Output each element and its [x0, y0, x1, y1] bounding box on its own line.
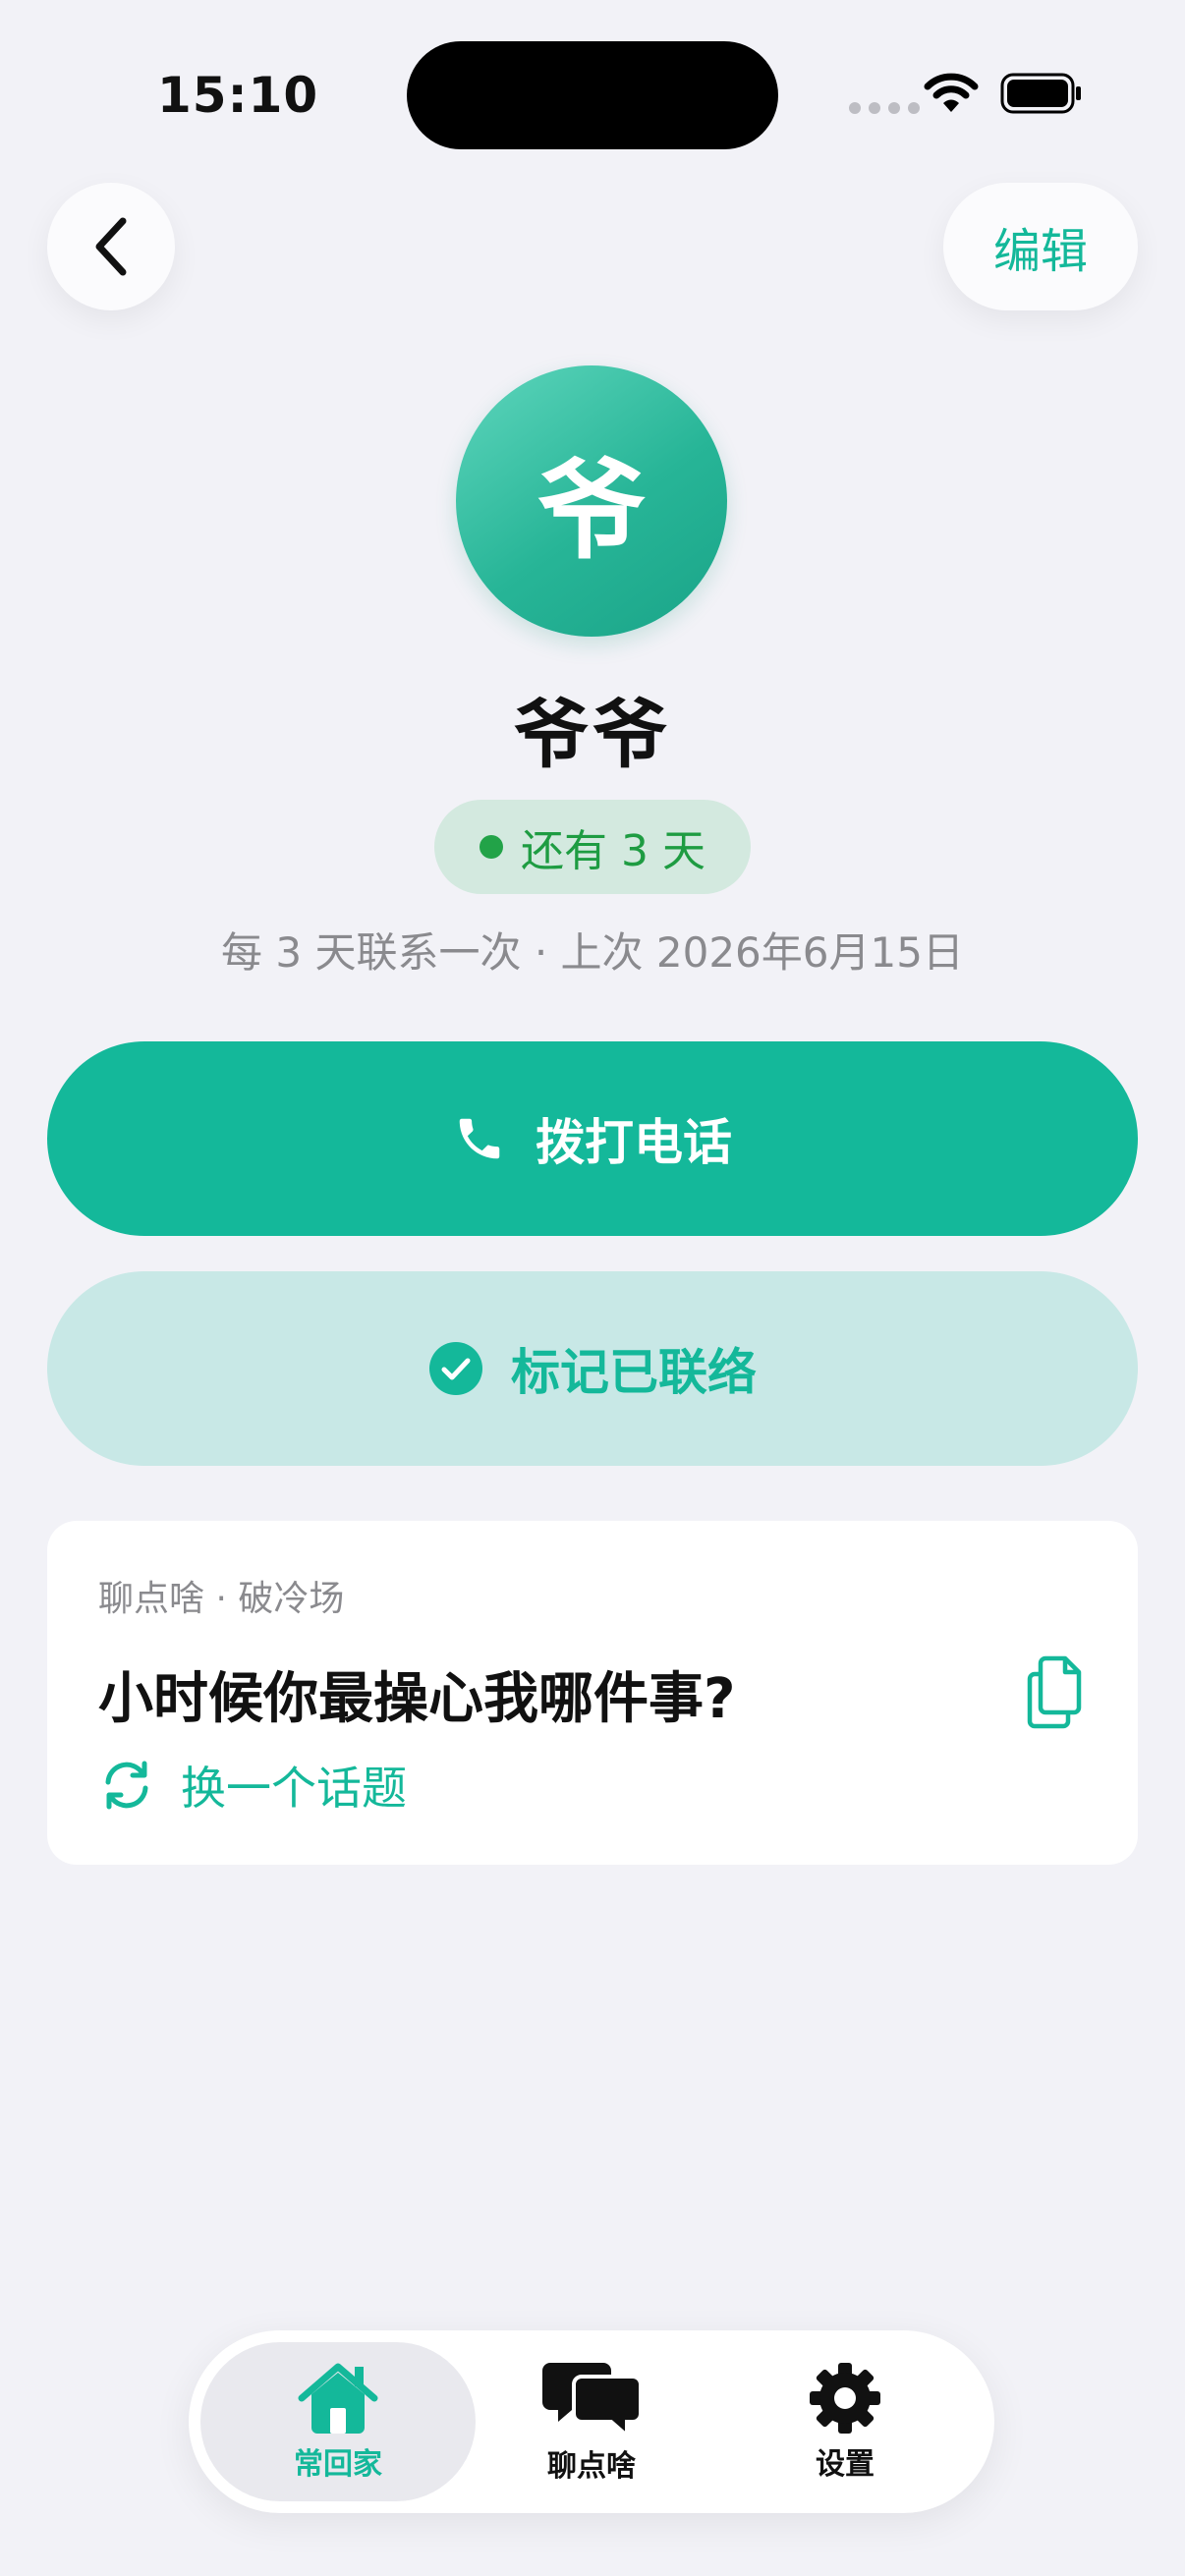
- tab-home-label: 常回家: [294, 2447, 382, 2482]
- status-dot-icon: [480, 835, 504, 859]
- house-icon: [298, 2363, 378, 2434]
- avatar: 爷: [456, 365, 727, 637]
- check-circle-icon: [429, 1342, 482, 1395]
- tab-chat[interactable]: 聊点啥: [454, 2342, 729, 2501]
- chat-bubbles-icon: [542, 2363, 641, 2437]
- shuffle-topic-button[interactable]: 换一个话题: [98, 1753, 407, 1818]
- battery-icon: [1000, 73, 1083, 118]
- back-button[interactable]: [47, 183, 175, 310]
- days-remaining-badge: 还有 3 天: [434, 800, 751, 894]
- tab-settings[interactable]: 设置: [707, 2342, 983, 2501]
- contact-schedule-text: 每 3 天联系一次 · 上次 2026年6月15日: [221, 928, 964, 977]
- days-remaining-text: 还有 3 天: [521, 826, 705, 876]
- tab-settings-label: 设置: [816, 2447, 875, 2482]
- chevron-left-icon: [95, 217, 127, 276]
- topic-question: 小时候你最操心我哪件事?: [98, 1667, 736, 1731]
- contact-name: 爷爷: [514, 691, 671, 778]
- shuffle-topic-label: 换一个话题: [181, 1762, 407, 1815]
- wifi-icon: [924, 71, 979, 118]
- refresh-icon: [105, 1761, 148, 1810]
- cellular-signal-icon: [849, 102, 920, 114]
- copy-icon: [1027, 1655, 1082, 1729]
- tab-home[interactable]: 常回家: [200, 2342, 476, 2501]
- topic-card-label: 聊点啥 · 破冷场: [98, 1579, 345, 1619]
- gear-icon: [810, 2363, 880, 2434]
- tab-bar: 常回家 聊点啥 设置: [189, 2330, 994, 2513]
- mark-contacted-button[interactable]: 标记已联络: [47, 1271, 1138, 1466]
- call-button-label: 拨打电话: [536, 1114, 732, 1171]
- status-time: 15:10: [157, 67, 319, 124]
- edit-button[interactable]: 编辑: [943, 183, 1138, 310]
- mark-contacted-label: 标记已联络: [511, 1344, 757, 1401]
- copy-button[interactable]: [1024, 1651, 1093, 1729]
- dynamic-island: [407, 41, 778, 149]
- call-button[interactable]: 拨打电话: [47, 1041, 1138, 1236]
- topic-card: 聊点啥 · 破冷场 小时候你最操心我哪件事? 换一个话题: [47, 1521, 1138, 1865]
- phone-icon: [459, 1118, 500, 1159]
- tab-chat-label: 聊点啥: [547, 2449, 636, 2484]
